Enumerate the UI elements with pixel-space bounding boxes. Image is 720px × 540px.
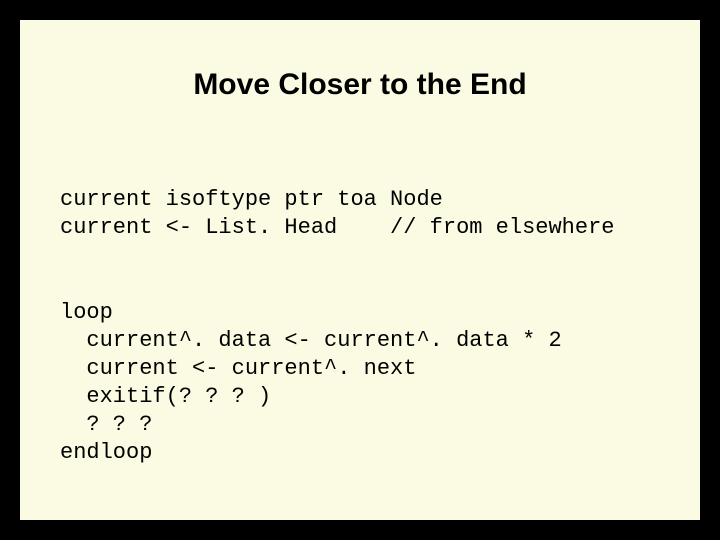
code-line: exitif(? ? ? ) [60,384,271,409]
code-block: current isoftype ptr toa Node current <-… [60,158,660,496]
code-line: current^. data <- current^. data * 2 [60,328,562,353]
code-line: ? ? ? [60,412,152,437]
code-line: current <- List. Head // from elsewhere [60,215,615,240]
code-line: current isoftype ptr toa Node [60,187,443,212]
code-line: loop [60,300,113,325]
slide-title: Move Closer to the End [60,68,660,102]
code-line: endloop [60,440,152,465]
slide-frame: Move Closer to the End current isoftype … [0,0,720,540]
blank-line [60,242,660,270]
slide: Move Closer to the End current isoftype … [18,18,702,522]
code-line: current <- current^. next [60,356,416,381]
